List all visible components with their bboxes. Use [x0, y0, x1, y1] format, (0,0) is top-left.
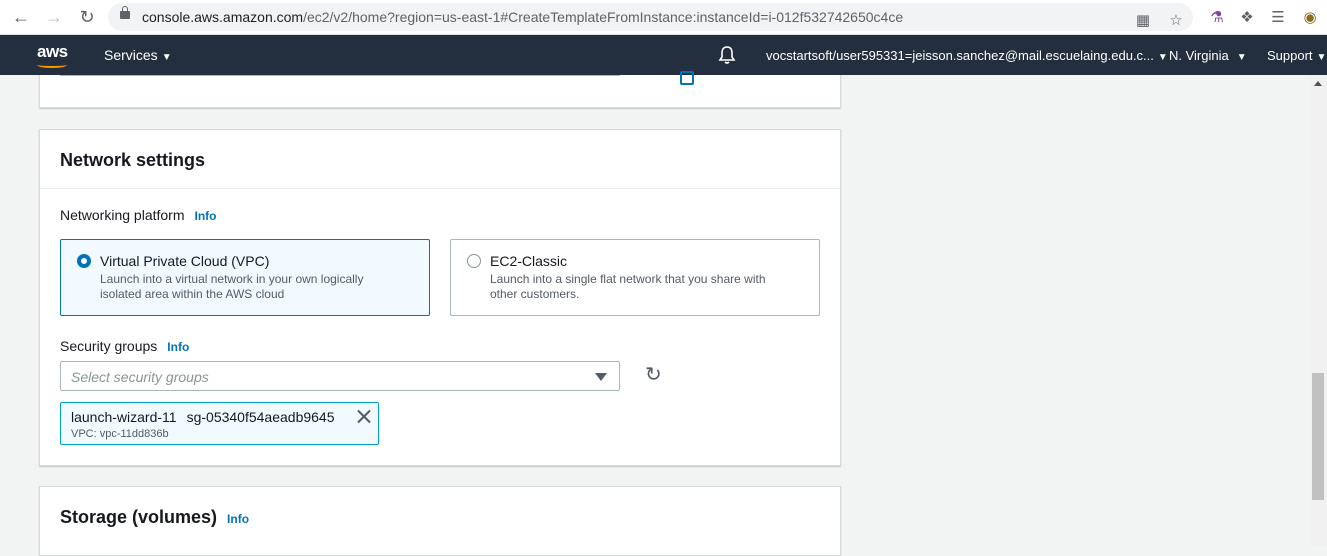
page-scrollbar[interactable] [1310, 75, 1327, 546]
close-icon[interactable] [356, 408, 372, 424]
security-group-token: launch-wizard-11 sg-05340f54aeadb9645 VPC… [60, 402, 379, 445]
vpc-radio[interactable] [77, 254, 91, 268]
address-bar[interactable]: console.aws.amazon.com/ec2/v2/home?regio… [108, 3, 1193, 31]
account-label: vocstartsoft/user595331=jeisson.sanchez@… [766, 48, 1154, 63]
previous-panel [39, 71, 841, 108]
services-label: Services [104, 47, 158, 63]
ec2-classic-option-title: EC2-Classic [490, 253, 568, 269]
security-groups-text: Security groups [60, 338, 158, 354]
vpc-option-description: Launch into a virtual network in your ow… [100, 272, 364, 301]
token-title: launch-wizard-11 sg-05340f54aeadb9645 [71, 409, 335, 425]
token-name: launch-wizard-11 [71, 409, 177, 425]
aws-logo[interactable]: aws [37, 42, 68, 62]
network-settings-title: Network settings [60, 150, 206, 170]
info-link[interactable]: Info [167, 340, 189, 354]
network-settings-panel: Network settings Networking platform Info… [39, 129, 841, 466]
caret-down-icon: ▼ [161, 52, 172, 63]
external-link-icon[interactable] [680, 71, 694, 85]
ec2-classic-option-tile[interactable]: EC2-Classic Launch into a single flat ne… [450, 239, 820, 316]
services-menu[interactable]: Services ▼ [104, 47, 172, 63]
ec2-classic-radio[interactable] [467, 254, 481, 268]
caret-down-icon: ▼ [1157, 52, 1168, 63]
panel-header: Network settings [40, 130, 840, 189]
url-path: /ec2/v2/home?region=us-east-1#CreateTemp… [303, 9, 904, 25]
profile-owl-icon[interactable]: ◉ [1300, 7, 1320, 27]
vpc-option-title: Virtual Private Cloud (VPC) [100, 253, 270, 269]
vpc-option-tile[interactable]: Virtual Private Cloud (VPC) Launch into … [60, 239, 430, 316]
networking-platform-label: Networking platform Info [60, 207, 217, 223]
caret-down-icon: ▼ [1316, 52, 1327, 63]
networking-platform-text: Networking platform [60, 207, 185, 223]
info-link[interactable]: Info [227, 512, 249, 526]
token-vpc: VPC: vpc-11dd836b [71, 428, 169, 440]
scrollbar-thumb[interactable] [1312, 373, 1324, 500]
region-menu[interactable]: N. Virginia ▼ [1169, 48, 1247, 63]
extensions-icon[interactable]: ❖ [1237, 7, 1257, 27]
bell-icon[interactable] [718, 45, 736, 65]
media-icon[interactable]: ☰ [1268, 7, 1288, 27]
info-link[interactable]: Info [195, 209, 217, 223]
back-icon[interactable]: ← [9, 5, 33, 29]
lock-icon [120, 6, 130, 19]
region-label: N. Virginia [1169, 48, 1229, 63]
aws-smile-icon [37, 62, 67, 68]
previous-input[interactable] [60, 74, 620, 76]
star-icon[interactable]: ☆ [1166, 10, 1186, 30]
security-groups-select[interactable]: Select security groups [60, 361, 620, 391]
token-id: sg-05340f54aeadb9645 [186, 409, 335, 425]
ec2-classic-option-description: Launch into a single flat network that y… [490, 272, 766, 301]
security-groups-label: Security groups Info [60, 338, 189, 354]
aws-nav-bar: aws Services ▼ vocstartsoft/user595331=je… [0, 35, 1327, 75]
browser-toolbar: ← → ↻ console.aws.amazon.com/ec2/v2/home… [0, 0, 1327, 35]
forward-icon[interactable]: → [42, 5, 66, 29]
panel-header: Storage (volumes) Info [40, 487, 840, 546]
reload-icon[interactable]: ↻ [75, 5, 99, 29]
caret-down-icon: ▼ [1236, 52, 1247, 63]
support-menu[interactable]: Support ▼ [1267, 48, 1326, 63]
storage-title: Storage (volumes) [60, 507, 218, 527]
support-label: Support [1267, 48, 1313, 63]
security-groups-placeholder: Select security groups [71, 369, 209, 385]
flask-icon[interactable]: ⚗ [1207, 7, 1227, 27]
translate-icon[interactable]: ▦ [1133, 10, 1153, 30]
dropdown-caret-icon [595, 373, 607, 381]
url-host: console.aws.amazon.com [142, 9, 304, 25]
scroll-up-icon[interactable] [1314, 81, 1322, 86]
account-menu[interactable]: vocstartsoft/user595331=jeisson.sanchez@… [766, 48, 1168, 63]
refresh-icon[interactable]: ↻ [645, 365, 665, 385]
